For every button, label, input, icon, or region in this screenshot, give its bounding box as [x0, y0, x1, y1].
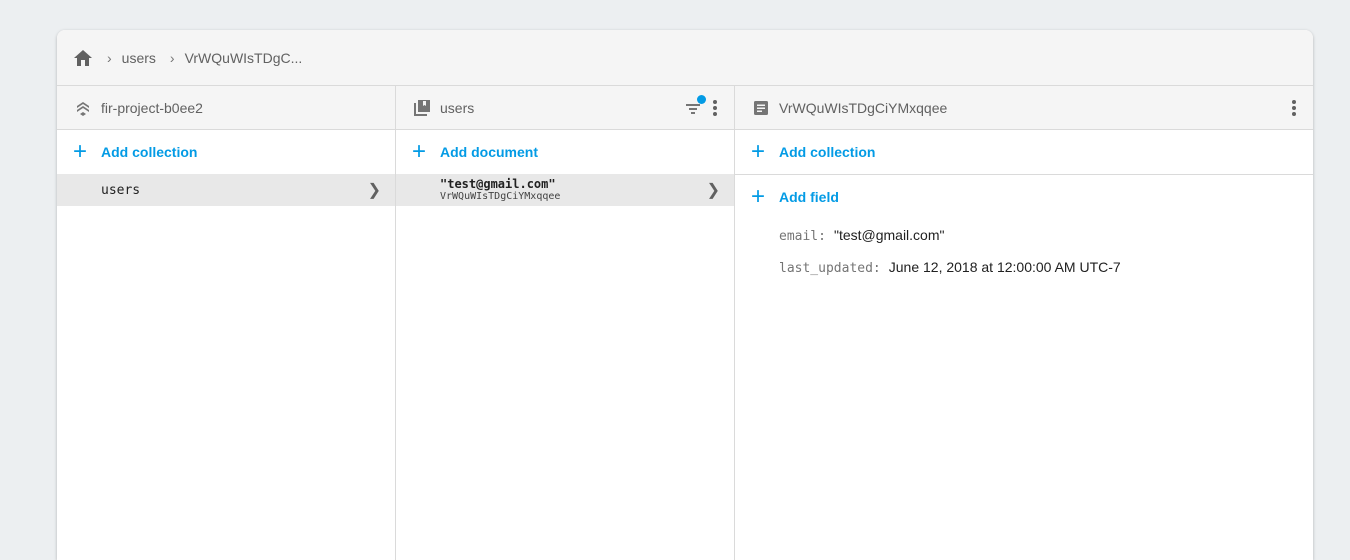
- chevron-right-icon: ❯: [706, 182, 720, 199]
- add-field-button[interactable]: + Add field: [735, 175, 1313, 219]
- filter-icon[interactable]: [684, 94, 706, 118]
- chevron-right-icon: ›: [169, 49, 175, 66]
- filter-active-badge: [697, 94, 706, 104]
- document-display-value: "test@gmail.com": [440, 176, 556, 191]
- project-title: fir-project-b0ee2: [101, 99, 203, 116]
- add-document-label: Add document: [440, 144, 538, 160]
- add-document-button[interactable]: + Add document: [396, 130, 734, 174]
- field-value: "test@gmail.com": [833, 227, 945, 243]
- breadcrumb-item-document[interactable]: VrWQuWIsTDgC...: [185, 50, 303, 66]
- breadcrumb-item-users[interactable]: users: [122, 50, 156, 66]
- collection-title: users: [440, 99, 475, 116]
- document-title: VrWQuWIsTDgCiYMxqqee: [779, 99, 948, 116]
- document-column-header: VrWQuWIsTDgCiYMxqqee: [735, 86, 1313, 130]
- field-row[interactable]: email: "test@gmail.com": [735, 219, 1313, 251]
- add-subcollection-button[interactable]: + Add collection: [735, 130, 1313, 175]
- field-key: last_updated:: [779, 261, 881, 276]
- field-value: June 12, 2018 at 12:00:00 AM UTC-7: [888, 259, 1121, 275]
- plus-icon: +: [751, 138, 766, 165]
- add-collection-label: Add collection: [779, 144, 876, 160]
- firestore-project-icon: [73, 98, 93, 118]
- collection-column: users + Add document "test@gmail.com" Vr…: [396, 86, 735, 560]
- field-key: email:: [779, 229, 826, 244]
- add-collection-label: Add collection: [101, 144, 198, 160]
- chevron-right-icon: ›: [107, 49, 112, 66]
- root-column: fir-project-b0ee2 + Add collection users…: [57, 86, 396, 560]
- collection-list-item[interactable]: users ❯: [57, 174, 395, 206]
- document-icon: [751, 98, 771, 118]
- more-vert-icon[interactable]: [708, 99, 722, 116]
- root-column-header: fir-project-b0ee2: [57, 86, 395, 130]
- plus-icon: +: [751, 183, 766, 210]
- add-field-label: Add field: [779, 189, 839, 205]
- plus-icon: +: [73, 138, 88, 165]
- collection-column-header: users: [396, 86, 734, 130]
- more-vert-icon[interactable]: [1287, 99, 1301, 116]
- plus-icon: +: [412, 138, 427, 165]
- field-row[interactable]: last_updated: June 12, 2018 at 12:00:00 …: [735, 251, 1313, 283]
- home-icon[interactable]: [73, 48, 93, 68]
- chevron-right-icon: ❯: [367, 182, 381, 199]
- breadcrumb: › users › VrWQuWIsTDgC...: [57, 30, 1313, 86]
- add-collection-button[interactable]: + Add collection: [57, 130, 395, 174]
- firestore-data-panel: › users › VrWQuWIsTDgC... fir-project-b0…: [57, 30, 1313, 560]
- document-id: VrWQuWIsTDgCiYMxqqee: [440, 190, 561, 202]
- collection-name: users: [101, 182, 141, 198]
- document-column: VrWQuWIsTDgCiYMxqqee + Add collection + …: [735, 86, 1313, 560]
- document-list-item[interactable]: "test@gmail.com" VrWQuWIsTDgCiYMxqqee ❯: [396, 174, 734, 206]
- collection-icon: [412, 98, 432, 118]
